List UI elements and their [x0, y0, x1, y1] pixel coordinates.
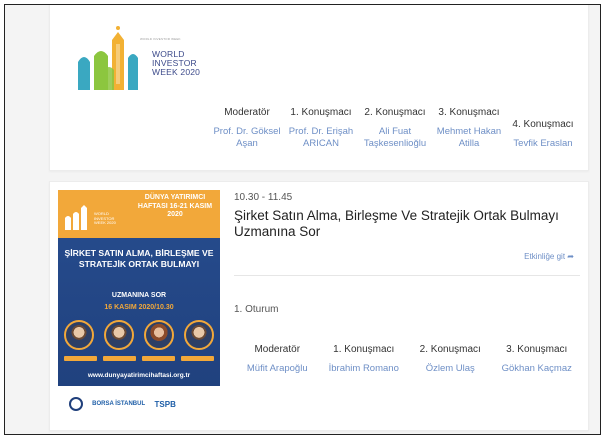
speaker-photo: [144, 320, 174, 350]
speaker-moderator: Moderatör Müfit Arapoğlu: [234, 344, 321, 375]
speaker-list: Moderatör Müfit Arapoğlu 1. Konuşmacı İb…: [234, 344, 580, 375]
speaker-name-link[interactable]: Müfit Arapoğlu: [247, 363, 308, 375]
buildings-logo-icon: [65, 205, 87, 230]
speaker-2: 2. Konuşmacı Ali Fuat Taşkesenlioğlu: [358, 60, 432, 150]
speaker-role: 1. Konuşmacı: [290, 107, 352, 118]
logo-wordmark: WORLD INVESTOR WEEK 2020: [152, 49, 201, 77]
poster-name-bars: [64, 356, 214, 361]
logo-tiny-text: WORLD INVESTOR WEEK: [140, 37, 181, 41]
seal-logo-icon: [68, 397, 83, 411]
speaker-4: 4. Konuşmacı Tevfik Eraslan: [506, 60, 580, 150]
speaker-role: 2. Konuşmacı: [364, 107, 426, 118]
go-to-event-link[interactable]: Etkinliğe git ➦: [524, 252, 574, 261]
speaker-3: 3. Konuşmacı Mehmet Hakan Atilla: [432, 60, 506, 150]
event-card: WORLD INVESTOR WEEK WORLD INVESTOR WEEK …: [49, 5, 589, 171]
speaker-1: 1. Konuşmacı Prof. Dr. Erişah ARICAN: [284, 60, 358, 150]
speaker-role: 2. Konuşmacı: [419, 344, 481, 355]
speaker-3: 3. Konuşmacı Gökhan Kaçmaz: [494, 344, 581, 375]
speaker-photo: [104, 320, 134, 350]
speaker-photo: [64, 320, 94, 350]
poster-subheadline: UZMANINA SOR: [111, 292, 167, 299]
speaker-list: Moderatör Prof. Dr. Göksel Aşan 1. Konuş…: [210, 60, 580, 150]
speaker-role: Moderatör: [224, 107, 270, 118]
event-poster-image[interactable]: WORLD INVESTOR WEEK 2020 DÜNYA YATIRIMCI…: [58, 190, 220, 422]
session-card: WORLD INVESTOR WEEK 2020 DÜNYA YATIRIMCI…: [49, 181, 589, 431]
speaker-name-link[interactable]: Tevfik Eraslan: [513, 138, 572, 150]
speaker-role: 4. Konuşmacı: [512, 119, 574, 130]
session-number: 1. Oturum: [234, 304, 279, 315]
poster-headline: ŞİRKET SATIN ALMA, BİRLEŞME VE STRATEJİK…: [64, 248, 214, 269]
speaker-1: 1. Konuşmacı İbrahim Romano: [321, 344, 408, 375]
speaker-name-link[interactable]: Prof. Dr. Göksel Aşan: [210, 126, 284, 150]
session-title: Şirket Satın Alma, Birleşme Ve Stratejik…: [234, 208, 559, 239]
speaker-moderator: Moderatör Prof. Dr. Göksel Aşan: [210, 60, 284, 150]
poster-sponsor-logos: BORSA İSTANBUL TSPB: [58, 386, 220, 422]
speaker-name-link[interactable]: İbrahim Romano: [329, 363, 399, 375]
speaker-name-link[interactable]: Prof. Dr. Erişah ARICAN: [284, 126, 358, 150]
speaker-role: 1. Konuşmacı: [333, 344, 395, 355]
speaker-name-link[interactable]: Gökhan Kaçmaz: [502, 363, 572, 375]
speaker-name-link[interactable]: Mehmet Hakan Atilla: [432, 126, 506, 150]
borsa-istanbul-logo: BORSA İSTANBUL: [92, 400, 146, 407]
session-time: 10.30 - 11.45: [234, 192, 293, 203]
speaker-role: 3. Konuşmacı: [438, 107, 500, 118]
speaker-role: Moderatör: [254, 344, 301, 355]
poster-logo: WORLD INVESTOR WEEK 2020: [64, 204, 124, 232]
poster-speaker-photos: [64, 320, 214, 350]
speaker-photo: [184, 320, 214, 350]
tspb-logo: TSPB: [154, 399, 176, 409]
poster-date: 16 KASIM 2020/10.30: [104, 304, 174, 311]
buildings-logo-icon: [78, 26, 138, 90]
poster-top-title: DÜNYA YATIRIMCI HAFTASI 16-21 KASIM 2020: [137, 194, 213, 218]
speaker-name-link[interactable]: Özlem Ulaş: [426, 363, 475, 375]
speaker-name-link[interactable]: Ali Fuat Taşkesenlioğlu: [358, 126, 432, 150]
page-frame: WORLD INVESTOR WEEK WORLD INVESTOR WEEK …: [4, 4, 601, 435]
poster-url: www.dunyayatirimcihaftasi.org.tr: [87, 372, 191, 379]
share-arrow-icon: ➦: [567, 252, 574, 261]
divider: [234, 275, 580, 276]
speaker-2: 2. Konuşmacı Özlem Ulaş: [407, 344, 494, 375]
speaker-role: 3. Konuşmacı: [506, 344, 568, 355]
poster-mini-logo-text: WORLD INVESTOR WEEK 2020: [94, 211, 116, 225]
world-investor-week-logo: WORLD INVESTOR WEEK WORLD INVESTOR WEEK …: [74, 22, 204, 98]
